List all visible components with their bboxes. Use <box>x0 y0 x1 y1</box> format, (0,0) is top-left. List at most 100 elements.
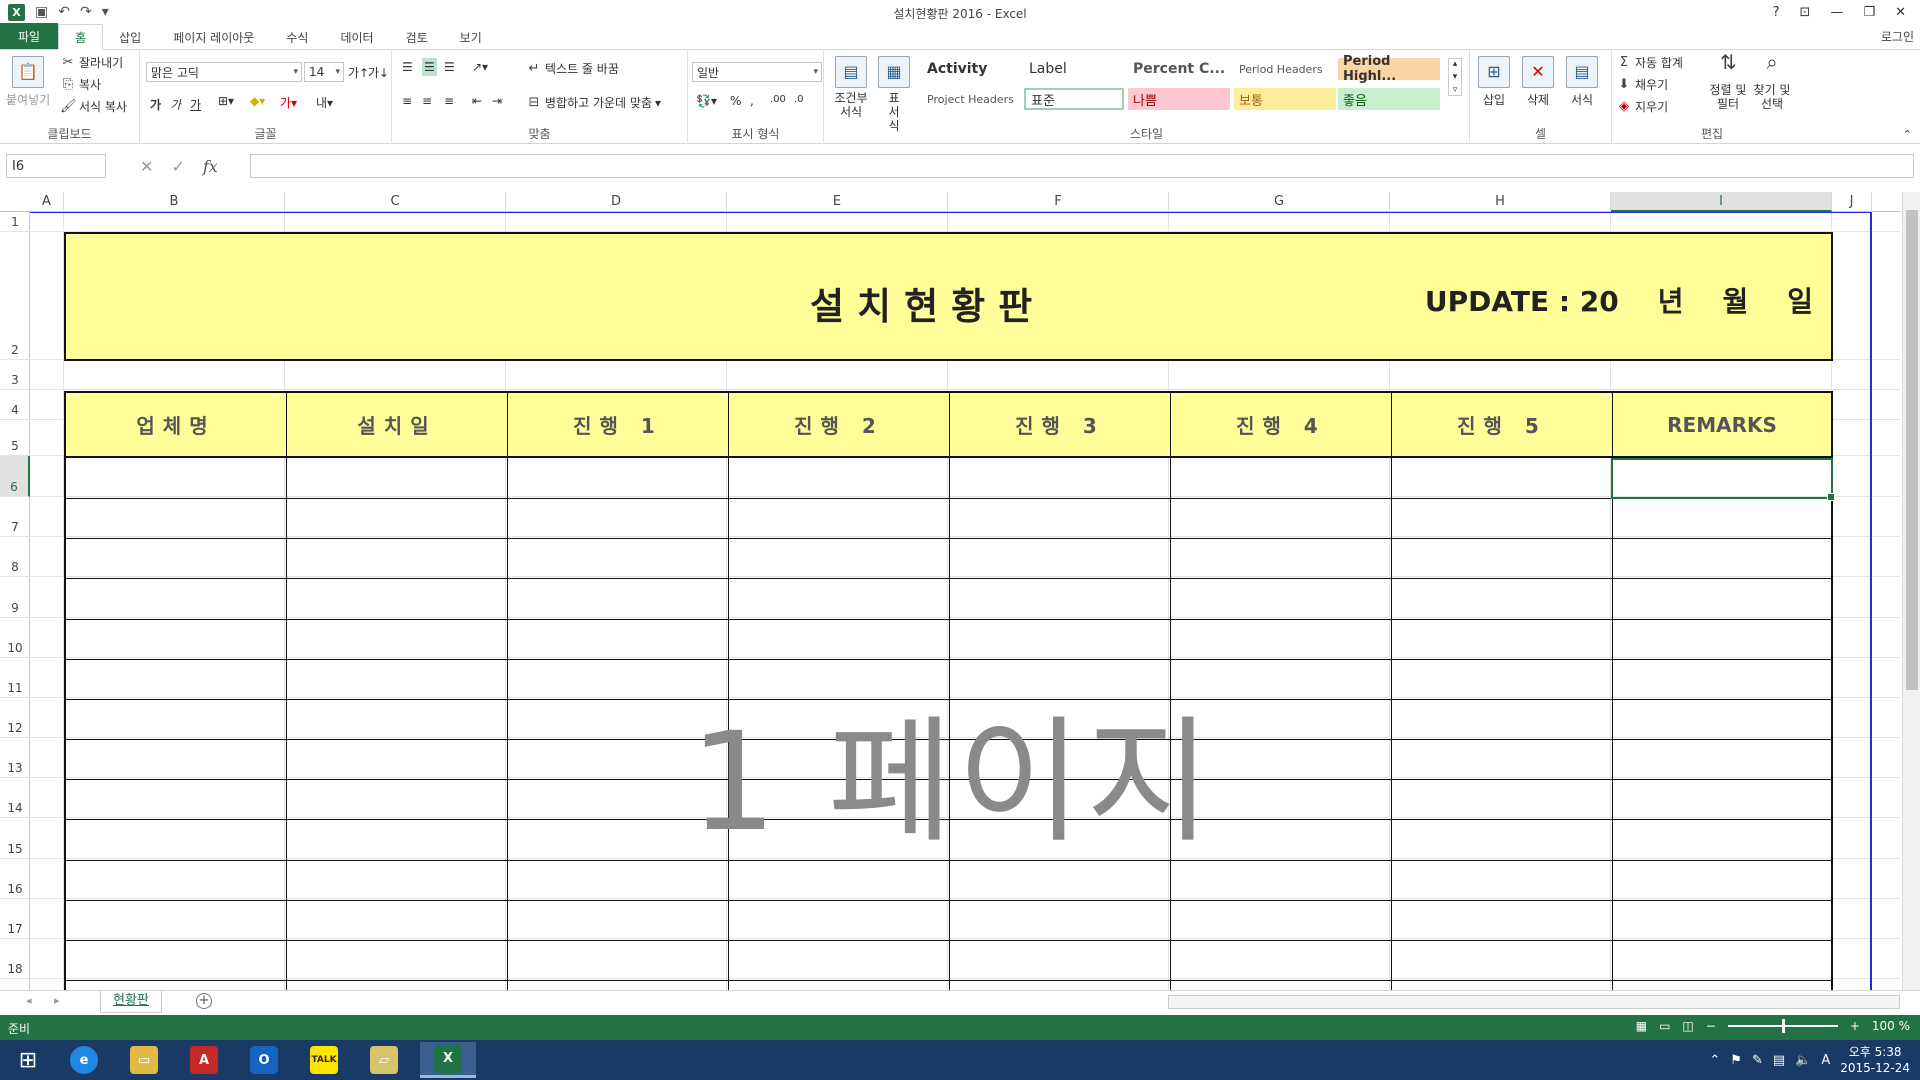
taskbar-outlook[interactable]: O <box>236 1042 292 1078</box>
orientation-icon[interactable]: ↗▾ <box>472 60 488 74</box>
zoom-out-icon[interactable]: − <box>1706 1019 1716 1033</box>
align-bottom-icon[interactable]: ☰ <box>444 60 455 74</box>
tab-formulas[interactable]: 수식 <box>270 25 324 49</box>
tab-file[interactable]: 파일 <box>0 23 59 49</box>
tab-review[interactable]: 검토 <box>390 25 444 49</box>
style-period-headers[interactable]: Period Headers <box>1234 58 1336 80</box>
align-top-icon[interactable]: ☰ <box>402 60 413 74</box>
underline-button[interactable]: 가 <box>190 96 201 113</box>
increase-decimal-icon[interactable]: .00 <box>770 94 786 105</box>
wrap-text-button[interactable]: ↵ 텍스트 줄 바꿈 <box>526 60 619 77</box>
grow-font-icon[interactable]: 가↑ <box>348 64 369 81</box>
taskbar-explorer[interactable]: ▭ <box>116 1042 172 1078</box>
delete-cells-button[interactable]: ✕ 삭제 <box>1522 56 1554 108</box>
phonetic-icon[interactable]: 내▾ <box>316 94 333 111</box>
font-name-dropdown[interactable]: 맑은 고딕 <box>146 62 302 82</box>
style-good[interactable]: 좋음 <box>1338 88 1440 110</box>
ribbon-display-icon[interactable]: ⊡ <box>1800 5 1811 20</box>
taskbar-files[interactable]: ▱ <box>356 1042 412 1078</box>
style-project-headers[interactable]: Project Headers <box>922 88 1022 110</box>
styles-scroll[interactable]: ▴ ▾ ▿ <box>1448 58 1462 96</box>
sheet-tab-status[interactable]: 현황판 <box>100 991 162 1013</box>
row-header-1[interactable]: 1 <box>0 212 30 232</box>
name-box[interactable]: I6 <box>6 154 106 178</box>
style-normal[interactable]: 표준 <box>1024 88 1124 110</box>
close-icon[interactable]: ✕ <box>1895 5 1906 20</box>
accounting-icon[interactable]: 💱▾ <box>696 94 717 108</box>
tab-home[interactable]: 홈 <box>58 24 104 50</box>
italic-button[interactable]: 가 <box>170 96 181 113</box>
sort-filter-button[interactable]: ⇅ 정렬 및 필터 <box>1708 52 1748 111</box>
font-size-dropdown[interactable]: 14 <box>304 62 344 82</box>
fill-color-icon[interactable]: ◆▾ <box>250 94 265 108</box>
header-cell[interactable]: 진행 1 <box>508 393 729 456</box>
taskbar-ie[interactable]: e <box>56 1042 112 1078</box>
show-hidden-icons-icon[interactable]: ⌃ <box>1709 1053 1720 1068</box>
column-header-f[interactable]: F <box>948 192 1169 212</box>
column-header-d[interactable]: D <box>506 192 727 212</box>
column-header-a[interactable]: A <box>30 192 64 212</box>
tab-insert[interactable]: 삽입 <box>103 25 157 49</box>
row-header-6[interactable]: 6 <box>0 456 30 497</box>
column-header-b[interactable]: B <box>64 192 285 212</box>
format-painter-button[interactable]: 🖌 서식 복사 <box>60 98 127 115</box>
style-label[interactable]: Label <box>1024 58 1124 80</box>
pen-icon[interactable]: ✎ <box>1752 1053 1763 1068</box>
find-select-button[interactable]: ⌕ 찾기 및 선택 <box>1752 52 1792 111</box>
increase-indent-icon[interactable]: ⇥ <box>492 94 502 108</box>
row-header-3[interactable]: 3 <box>0 360 30 390</box>
comma-icon[interactable]: , <box>750 94 754 108</box>
shrink-font-icon[interactable]: 가↓ <box>368 64 389 81</box>
sign-in-link[interactable]: 로그인 <box>1881 28 1914 45</box>
format-cells-button[interactable]: ▤ 서식 <box>1566 56 1598 108</box>
add-sheet-icon[interactable]: + <box>196 993 212 1009</box>
row-header-7[interactable]: 7 <box>0 497 30 537</box>
undo-icon[interactable]: ↶ <box>58 4 70 20</box>
row-header-13[interactable]: 13 <box>0 738 30 778</box>
style-activity[interactable]: Activity <box>922 58 1022 80</box>
row-header-8[interactable]: 8 <box>0 537 30 577</box>
help-icon[interactable]: ? <box>1773 5 1780 20</box>
column-header-c[interactable]: C <box>285 192 506 212</box>
restore-icon[interactable]: ❐ <box>1863 5 1875 20</box>
ime-indicator[interactable]: A <box>1821 1053 1830 1068</box>
zoom-in-icon[interactable]: + <box>1850 1019 1860 1033</box>
column-header-j[interactable]: J <box>1832 192 1872 212</box>
collapse-ribbon-icon[interactable]: ⌃ <box>1903 128 1912 141</box>
normal-view-icon[interactable]: ▦ <box>1636 1019 1647 1033</box>
action-center-icon[interactable]: ⚑ <box>1730 1053 1742 1068</box>
network-icon[interactable]: ▤ <box>1773 1053 1785 1068</box>
prev-sheet-icon[interactable]: ◂ <box>26 994 32 1007</box>
page-break-view-icon[interactable]: ◫ <box>1682 1019 1693 1033</box>
customize-qat-icon[interactable]: ▾ <box>102 4 109 20</box>
bold-button[interactable]: 가 <box>150 96 161 113</box>
format-as-table-button[interactable]: ▦ 표 서식 <box>878 56 910 133</box>
align-middle-icon[interactable]: ☰ <box>422 58 437 76</box>
merge-center-button[interactable]: ⊟ 병합하고 가운데 맞춤 ▾ <box>526 94 661 111</box>
row-header-10[interactable]: 10 <box>0 618 30 658</box>
decrease-decimal-icon[interactable]: .0 <box>794 94 804 105</box>
enter-icon[interactable]: ✓ <box>171 157 184 176</box>
style-bad[interactable]: 나쁨 <box>1128 88 1230 110</box>
percent-icon[interactable]: % <box>730 94 741 108</box>
row-header-11[interactable]: 11 <box>0 658 30 698</box>
clear-button[interactable]: ◈ 지우기 <box>1616 98 1668 115</box>
vertical-scrollbar[interactable] <box>1902 192 1920 992</box>
style-percent[interactable]: Percent C... <box>1128 58 1230 80</box>
header-cell[interactable]: REMARKS <box>1613 393 1831 456</box>
taskbar-kakaotalk[interactable]: TALK <box>296 1042 352 1078</box>
row-header-15[interactable]: 15 <box>0 818 30 859</box>
align-right-icon[interactable]: ≡ <box>444 94 454 108</box>
insert-cells-button[interactable]: ⊞ 삽입 <box>1478 56 1510 108</box>
row-header-4[interactable]: 4 <box>0 390 30 420</box>
font-color-icon[interactable]: 가▾ <box>280 94 297 111</box>
next-sheet-icon[interactable]: ▸ <box>54 994 60 1007</box>
tab-view[interactable]: 보기 <box>444 25 498 49</box>
save-icon[interactable]: ▣ <box>35 4 48 20</box>
page-layout-view-icon[interactable]: ▭ <box>1659 1019 1670 1033</box>
column-header-e[interactable]: E <box>727 192 948 212</box>
number-format-dropdown[interactable]: 일반 <box>692 62 822 82</box>
borders-icon[interactable]: ⊞▾ <box>218 94 234 108</box>
decrease-indent-icon[interactable]: ⇤ <box>472 94 482 108</box>
minimize-icon[interactable]: — <box>1830 5 1843 20</box>
